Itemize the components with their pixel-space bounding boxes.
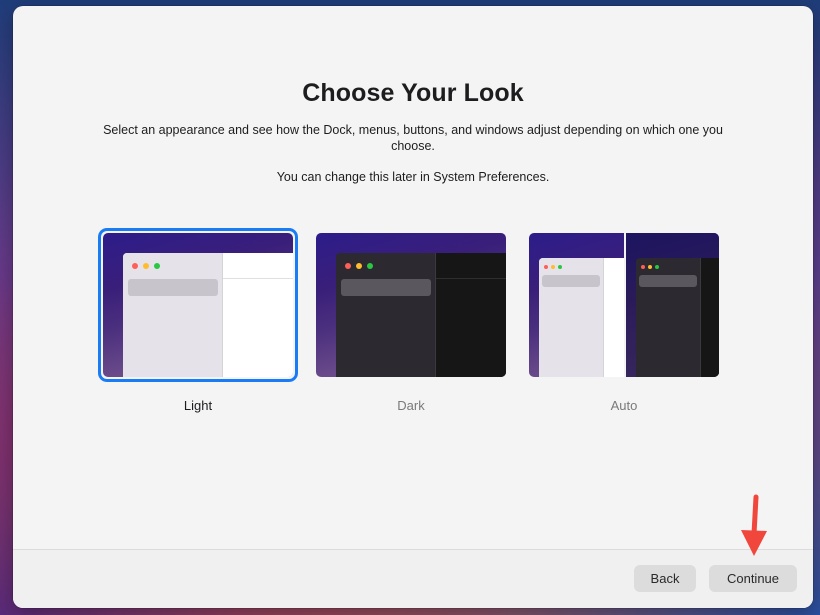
close-dot-icon <box>641 265 645 269</box>
dark-preview-thumbnail <box>316 233 506 377</box>
minimize-dot-icon <box>551 265 555 269</box>
light-mini-window <box>123 253 293 377</box>
appearance-label-auto: Auto <box>610 398 638 413</box>
close-dot-icon <box>544 265 548 269</box>
dark-mini-sidebar <box>336 253 435 377</box>
dark-mini-window <box>336 253 506 377</box>
back-button[interactable]: Back <box>634 565 696 592</box>
auto-preview-thumbnail <box>529 233 719 377</box>
continue-button[interactable]: Continue <box>709 565 797 592</box>
auto-dark-half <box>626 233 719 377</box>
zoom-dot-icon <box>558 265 562 269</box>
setup-assistant-window: Choose Your Look Select an appearance an… <box>13 6 813 608</box>
light-mini-window <box>539 258 624 377</box>
zoom-dot-icon <box>655 265 659 269</box>
footer-bar: Back Continue <box>13 549 813 608</box>
sidebar-selection-pill <box>128 279 218 296</box>
sidebar-selection-pill <box>341 279 431 296</box>
dark-mini-window <box>636 258 719 377</box>
minimize-dot-icon <box>356 263 362 269</box>
appearance-label-dark: Dark <box>397 398 425 413</box>
light-mini-sidebar <box>123 253 222 377</box>
zoom-dot-icon <box>367 263 373 269</box>
minimize-dot-icon <box>648 265 652 269</box>
appearance-label-light: Light <box>183 398 213 413</box>
dark-mini-content <box>435 253 506 377</box>
close-dot-icon <box>345 263 351 269</box>
zoom-dot-icon <box>154 263 160 269</box>
page-description: Select an appearance and see how the Doc… <box>103 123 723 153</box>
page-title: Choose Your Look <box>302 79 524 107</box>
page-note: You can change this later in System Pref… <box>276 170 550 184</box>
light-preview-thumbnail <box>103 233 293 377</box>
close-dot-icon <box>132 263 138 269</box>
light-mini-content <box>222 253 293 377</box>
minimize-dot-icon <box>143 263 149 269</box>
auto-light-half <box>529 233 624 377</box>
annotation-arrow-icon <box>741 494 767 556</box>
